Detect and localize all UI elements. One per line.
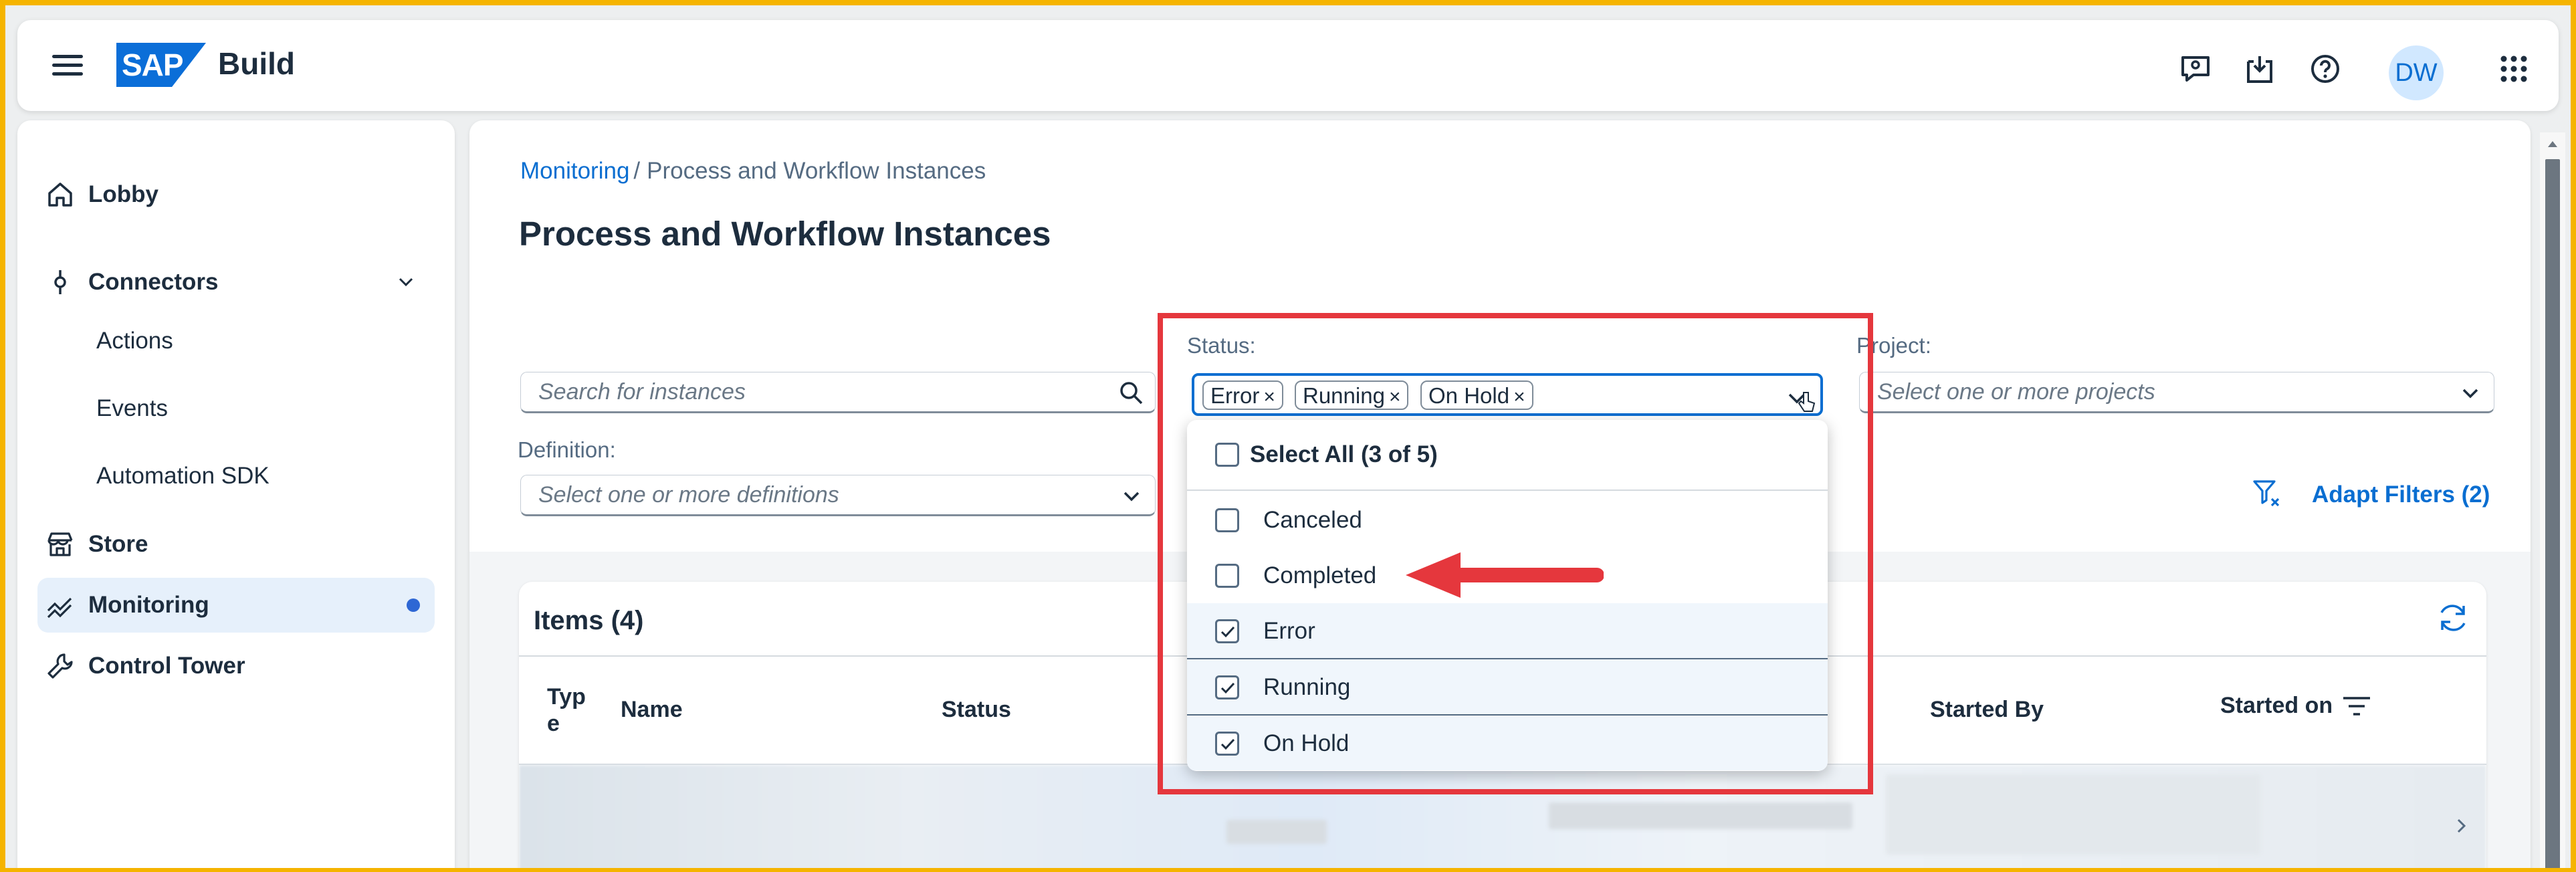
nav-label: Store — [88, 531, 148, 557]
nav-item-control-tower[interactable]: Control Tower — [37, 639, 435, 693]
project-label: Project: — [1856, 333, 1931, 358]
option-label: On Hold — [1263, 730, 1350, 756]
home-icon — [48, 183, 72, 207]
side-navigation: Lobby Connectors Actions Events Automati… — [17, 120, 455, 868]
select-all-checkbox[interactable] — [1215, 443, 1239, 467]
nav-subitem-events[interactable]: Events — [96, 395, 168, 422]
option-label: Error — [1263, 618, 1315, 644]
search-icon[interactable] — [1119, 380, 1144, 406]
brand-name: Build — [218, 46, 295, 81]
nav-item-store[interactable]: Store — [37, 517, 435, 572]
breadcrumb-separator: / — [633, 158, 641, 184]
app-grid-icon[interactable] — [2497, 52, 2531, 86]
nav-label: Monitoring — [88, 592, 209, 618]
check-icon — [1220, 626, 1235, 638]
definition-placeholder: Select one or more definitions — [538, 482, 839, 508]
menu-icon[interactable] — [52, 49, 83, 80]
items-title: Items (4) — [534, 606, 644, 635]
filter-clear-icon[interactable] — [2252, 477, 2284, 510]
connector-icon — [54, 270, 66, 294]
sort-icon[interactable] — [2342, 694, 2371, 718]
blurred-cell — [1886, 774, 2260, 855]
option-label: Running — [1263, 674, 1351, 700]
refresh-icon[interactable] — [2436, 601, 2470, 635]
column-header-type[interactable]: Typ e — [547, 683, 587, 737]
nav-label: Connectors — [88, 269, 219, 295]
option-running[interactable]: Running — [1187, 659, 1828, 714]
annotation-arrow-icon — [1406, 552, 1604, 598]
page-title: Process and Workflow Instances — [519, 215, 1051, 253]
column-header-status[interactable]: Status — [942, 697, 1011, 723]
status-multiselect[interactable]: Error × Running × On Hold × — [1192, 373, 1823, 416]
nav-label: Control Tower — [88, 653, 245, 679]
token-remove-icon[interactable]: × — [1263, 386, 1275, 408]
checkbox-completed[interactable] — [1215, 564, 1239, 588]
token-label: Running — [1303, 383, 1385, 408]
definition-label: Definition: — [518, 437, 616, 462]
definition-select[interactable]: Select one or more definitions — [520, 475, 1156, 516]
checkbox-error[interactable] — [1215, 619, 1239, 643]
status-label: Status: — [1187, 333, 1256, 358]
breadcrumb: Monitoring / Process and Workflow Instance… — [520, 158, 986, 185]
sap-logo: SAP — [116, 43, 206, 87]
token-label: On Hold — [1428, 383, 1510, 408]
search-placeholder: Search for instances — [538, 379, 746, 405]
divider — [1187, 489, 1828, 491]
nav-item-connectors[interactable]: Connectors — [37, 255, 435, 310]
main-scrollbar[interactable] — [2540, 132, 2565, 868]
nav-subitem-automation-sdk[interactable]: Automation SDK — [96, 463, 270, 489]
app-frame: SAP Build DW Lobby Connectors Actions Ev… — [5, 5, 2571, 868]
search-input[interactable]: Search for instances — [520, 372, 1156, 413]
feedback-icon[interactable] — [2179, 52, 2212, 86]
adapt-filters-button[interactable]: Adapt Filters (2) — [2312, 481, 2490, 508]
token-remove-icon[interactable]: × — [1513, 386, 1525, 408]
nav-label: Lobby — [88, 181, 158, 207]
checkbox-running[interactable] — [1215, 675, 1239, 699]
checkbox-on-hold[interactable] — [1215, 732, 1239, 756]
wrench-icon — [47, 653, 73, 679]
checkbox-canceled[interactable] — [1215, 508, 1239, 532]
option-label: Canceled — [1263, 507, 1362, 533]
nav-item-lobby[interactable]: Lobby — [37, 167, 435, 222]
scrollbar-thumb[interactable] — [2545, 159, 2560, 868]
breadcrumb-current: Process and Workflow Instances — [647, 158, 986, 184]
chevron-down-icon[interactable] — [397, 274, 415, 291]
nav-item-monitoring[interactable]: Monitoring — [37, 578, 435, 633]
status-token-on-hold[interactable]: On Hold × — [1420, 380, 1533, 410]
option-select-all[interactable]: Select All (3 of 5) — [1187, 427, 1828, 481]
monitoring-icon — [47, 597, 72, 619]
blurred-cell — [1549, 802, 1852, 829]
option-error[interactable]: Error — [1187, 603, 1828, 658]
notification-dot — [407, 598, 420, 612]
check-icon — [1220, 682, 1235, 694]
check-icon — [1220, 738, 1235, 750]
project-placeholder: Select one or more projects — [1877, 379, 2155, 405]
token-remove-icon[interactable]: × — [1389, 386, 1401, 408]
store-icon — [47, 532, 73, 556]
cursor-pointer-icon — [1798, 392, 1816, 412]
column-header-name[interactable]: Name — [621, 697, 683, 723]
inbox-download-icon[interactable] — [2243, 52, 2276, 86]
chevron-down-icon[interactable] — [1121, 486, 1142, 506]
column-header-started-by[interactable]: Started By — [1930, 697, 2044, 723]
option-label: Completed — [1263, 562, 1377, 588]
column-header-started-on[interactable]: Started on — [2220, 693, 2333, 719]
status-token-running[interactable]: Running × — [1295, 380, 1409, 410]
status-token-error[interactable]: Error × — [1202, 380, 1283, 410]
token-label: Error — [1210, 383, 1260, 408]
help-icon[interactable] — [2309, 52, 2342, 86]
chevron-right-icon[interactable] — [2454, 816, 2469, 836]
user-avatar[interactable]: DW — [2389, 45, 2444, 100]
shell-bar: SAP Build DW — [17, 20, 2559, 111]
nav-subitem-actions[interactable]: Actions — [96, 328, 173, 354]
scroll-up-icon[interactable] — [2546, 138, 2559, 151]
blurred-cell — [1226, 820, 1327, 844]
project-select[interactable]: Select one or more projects — [1859, 372, 2494, 413]
breadcrumb-link-monitoring[interactable]: Monitoring — [520, 158, 629, 184]
option-on-hold[interactable]: On Hold — [1187, 716, 1828, 770]
chevron-down-icon[interactable] — [2460, 383, 2480, 403]
option-canceled[interactable]: Canceled — [1187, 492, 1828, 547]
select-all-label: Select All (3 of 5) — [1250, 441, 1438, 467]
